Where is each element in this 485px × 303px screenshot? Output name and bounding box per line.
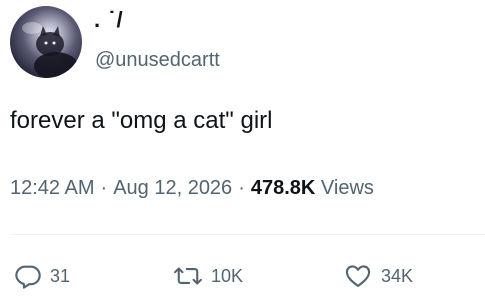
views-count: 478.8K [250, 177, 316, 199]
retweet-button[interactable]: 10K [173, 256, 243, 296]
display-name[interactable]: . ˙/ [94, 8, 124, 32]
tweet-meta: 12:42 AM · Aug 12, 2026 · 478.8K Views [10, 175, 374, 201]
tweet-text: forever a "omg a cat" girl [10, 107, 273, 134]
action-bar: 31 10K 34K [0, 256, 485, 296]
meta-separator: · [238, 177, 245, 199]
avatar-image [22, 22, 78, 78]
reply-count: 31 [50, 265, 71, 286]
user-handle[interactable]: @unusedcartt [95, 48, 220, 72]
reply-icon [14, 262, 42, 290]
like-count: 34K [381, 265, 414, 286]
tweet-date[interactable]: Aug 12, 2026 [113, 177, 232, 199]
reply-button[interactable]: 31 [14, 256, 70, 296]
views-label: Views [320, 177, 374, 199]
avatar[interactable] [10, 6, 82, 78]
divider [10, 234, 485, 235]
retweet-icon [173, 262, 203, 290]
meta-separator: · [100, 177, 108, 199]
tweet-time[interactable]: 12:42 AM [10, 177, 95, 199]
retweet-count: 10K [211, 265, 244, 286]
tweet-card: . ˙/ @unusedcartt forever a "omg a cat" … [0, 0, 485, 303]
like-button[interactable]: 34K [343, 256, 413, 296]
heart-icon [343, 262, 373, 290]
